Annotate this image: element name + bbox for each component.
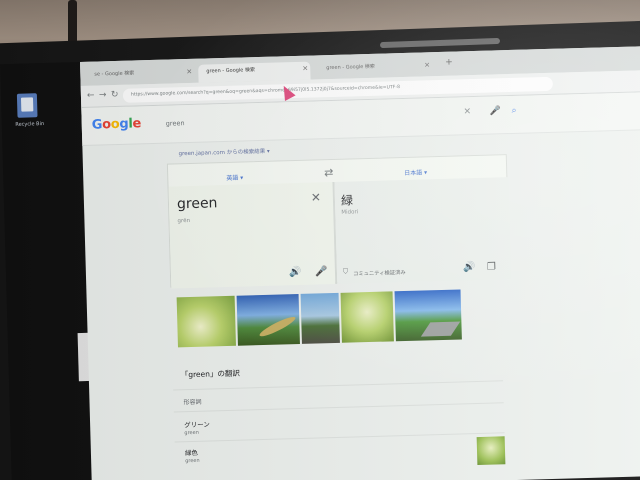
close-icon[interactable]: ✕ xyxy=(186,68,192,76)
search-icon[interactable]: ⌕ xyxy=(511,106,516,116)
green-bokeh-image[interactable] xyxy=(340,291,394,343)
translations-section: 「green」の翻訳 形容詞 グリーン green 緑色 green xyxy=(172,354,515,480)
microphone-icon[interactable]: 🎤 xyxy=(315,266,328,277)
source-pane: green grēn ✕ 🔊 🎤 xyxy=(168,181,336,289)
screen: Recycle Bin F se - Google 検索 ✕ green - G… xyxy=(0,45,640,480)
tab-label: se - Google 検索 xyxy=(94,70,135,78)
back-icon[interactable]: ← xyxy=(87,91,95,101)
translate-card: 英語 ▾ ⇄ 日本語 ▾ green grēn ✕ 🔊 🎤 緑 Midori ⛉… xyxy=(166,154,512,289)
green-road-image[interactable] xyxy=(236,293,300,346)
logo-letter: G xyxy=(91,117,103,133)
divider xyxy=(173,380,504,391)
swap-languages-icon[interactable]: ⇄ xyxy=(324,166,334,179)
reload-icon[interactable]: ↻ xyxy=(111,90,119,100)
forward-icon[interactable]: → xyxy=(99,90,107,100)
verified-shield-icon: ⛉ xyxy=(342,267,349,276)
close-icon[interactable]: ✕ xyxy=(302,65,308,73)
road-shape xyxy=(257,314,298,340)
road-shape xyxy=(420,321,461,337)
desktop-icon-label: Recycle Bin xyxy=(15,121,45,128)
clear-source-icon[interactable]: ✕ xyxy=(311,190,321,204)
search-input[interactable]: green xyxy=(166,119,185,128)
translated-text: 緑 xyxy=(340,193,354,208)
google-logo[interactable]: Google xyxy=(92,116,142,132)
target-pane: 緑 Midori ⛉ コミュニティ検証済み 🔊 ❐ xyxy=(334,177,512,284)
translation-word[interactable]: グリーン xyxy=(184,419,210,430)
tab-label: green - Google 検索 xyxy=(326,63,375,72)
part-of-speech: 形容詞 xyxy=(183,398,202,407)
result-source-link[interactable]: green.japan.com からの検索結果 ▾ xyxy=(178,147,270,158)
logo-letter: o xyxy=(101,117,111,133)
clear-search-icon[interactable]: ✕ xyxy=(463,107,471,117)
recycle-bin-icon[interactable] xyxy=(16,93,38,118)
tab-label: green - Google 検索 xyxy=(206,67,256,75)
close-icon[interactable]: ✕ xyxy=(424,61,430,69)
voice-search-icon[interactable]: 🎤 xyxy=(489,106,500,116)
divider xyxy=(173,402,504,413)
source-text-input[interactable]: green xyxy=(177,195,218,212)
divider xyxy=(174,432,505,443)
logo-letter: e xyxy=(132,116,142,132)
target-language-select[interactable]: 日本語 ▾ xyxy=(404,167,427,177)
source-phonetic: grēn xyxy=(177,217,191,225)
green-thumbnail-image[interactable] xyxy=(476,436,506,466)
copy-icon[interactable]: ❐ xyxy=(487,261,496,272)
translation-back: green xyxy=(185,457,200,465)
browser-window: se - Google 検索 ✕ green - Google 検索 ✕ gre… xyxy=(80,45,640,480)
translation-word[interactable]: 緑色 xyxy=(185,447,198,457)
source-language-select[interactable]: 英語 ▾ xyxy=(226,172,243,181)
translation-back: green xyxy=(184,429,199,437)
image-strip xyxy=(170,282,512,351)
green-hills-image[interactable] xyxy=(394,289,462,342)
green-field-image[interactable] xyxy=(300,292,340,344)
logo-letter: g xyxy=(119,116,129,132)
translations-title: 「green」の翻訳 xyxy=(180,368,241,380)
community-verified-label: コミュニティ検証済み xyxy=(352,269,406,278)
speaker-icon[interactable]: 🔊 xyxy=(463,262,476,273)
green-leaves-image[interactable] xyxy=(176,295,236,348)
target-phonetic: Midori xyxy=(341,209,359,216)
logo-letter: o xyxy=(110,116,120,133)
new-tab-icon[interactable]: + xyxy=(445,58,453,68)
speaker-icon[interactable]: 🔊 xyxy=(289,267,302,278)
